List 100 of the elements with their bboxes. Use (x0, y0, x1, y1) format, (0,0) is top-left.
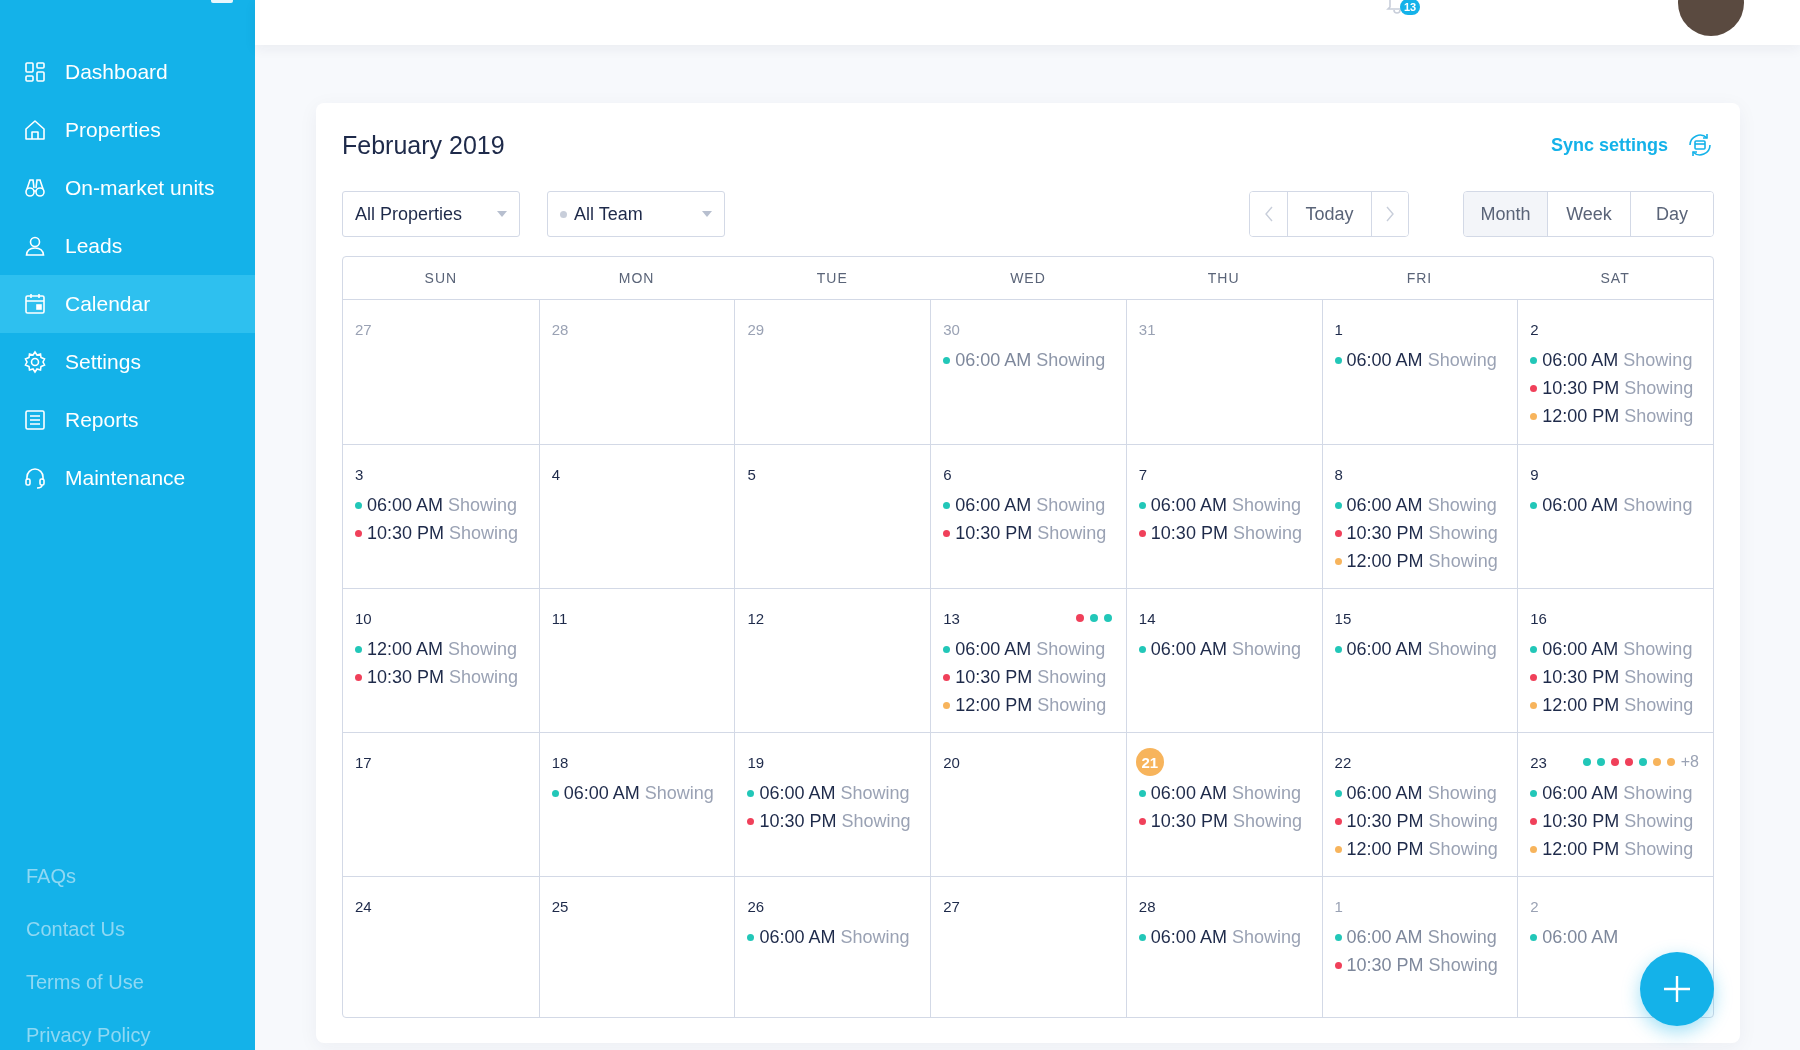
event-time[interactable]: 10:30 PM (1346, 523, 1424, 544)
event-label[interactable]: Showing (1624, 839, 1694, 860)
event-label[interactable]: Showing (1427, 350, 1497, 371)
event-time[interactable]: 12:00 PM (1542, 695, 1620, 716)
event-time[interactable]: 10:30 PM (1542, 667, 1620, 688)
event-label[interactable]: Showing (1624, 667, 1694, 688)
event-label[interactable]: Showing (1624, 695, 1694, 716)
event-label[interactable]: Showing (1623, 639, 1693, 660)
event-label[interactable]: Showing (1623, 783, 1693, 804)
event-time[interactable]: 06:00 AM (1346, 350, 1423, 371)
event-time[interactable]: 12:00 PM (1346, 551, 1424, 572)
event-time[interactable]: 06:00 AM (955, 639, 1032, 660)
event-time[interactable]: 06:00 AM (1346, 639, 1423, 660)
sidebar-item[interactable]: Properties (0, 101, 255, 159)
more-count[interactable]: +8 (1680, 753, 1699, 771)
event-time[interactable]: 06:00 AM (1150, 783, 1227, 804)
event-time[interactable]: 06:00 AM (1150, 927, 1227, 948)
event-time[interactable]: 06:00 AM (1542, 495, 1619, 516)
event-time[interactable]: 06:00 AM (759, 927, 836, 948)
event-label[interactable]: Showing (1428, 955, 1498, 976)
filter-dropdown[interactable]: All Team (547, 191, 725, 237)
event-time[interactable]: 06:00 AM (1542, 639, 1619, 660)
event-time[interactable]: 06:00 AM (759, 783, 836, 804)
event-time[interactable]: 10:30 PM (367, 667, 445, 688)
event-label[interactable]: Showing (448, 639, 518, 660)
event-label[interactable]: Showing (1037, 667, 1107, 688)
event-time[interactable]: 10:30 PM (1346, 811, 1424, 832)
event-time[interactable]: 06:00 AM (1542, 927, 1619, 948)
event-label[interactable]: Showing (1428, 839, 1498, 860)
event-label[interactable]: Showing (1232, 523, 1302, 544)
event-time[interactable]: 12:00 PM (955, 695, 1033, 716)
event-label[interactable]: Showing (1427, 495, 1497, 516)
event-time[interactable]: 06:00 AM (1346, 495, 1423, 516)
event-time[interactable]: 10:30 PM (1542, 811, 1620, 832)
event-time[interactable]: 10:30 PM (1150, 811, 1228, 832)
footer-link[interactable]: FAQs (26, 863, 76, 889)
event-label[interactable]: Showing (841, 811, 911, 832)
event-time[interactable]: 06:00 AM (1150, 639, 1227, 660)
sidebar-item[interactable]: Maintenance (0, 449, 255, 507)
event-time[interactable]: 12:00 AM (367, 639, 444, 660)
sidebar-item[interactable]: On-market units (0, 159, 255, 217)
event-label[interactable]: Showing (449, 523, 519, 544)
sync-icon[interactable] (1686, 131, 1714, 159)
event-label[interactable]: Showing (1036, 350, 1106, 371)
footer-link[interactable]: Privacy Policy (26, 1022, 151, 1048)
event-time[interactable]: 06:00 AM (1346, 783, 1423, 804)
view-tab[interactable]: Day (1630, 192, 1713, 236)
sync-settings-link[interactable]: Sync settings (1550, 134, 1668, 156)
event-label[interactable]: Showing (644, 783, 714, 804)
menu-icon[interactable] (211, 0, 233, 3)
event-label[interactable]: Showing (1036, 639, 1106, 660)
event-label[interactable]: Showing (1427, 927, 1497, 948)
event-label[interactable]: Showing (1428, 523, 1498, 544)
event-time[interactable]: 10:30 PM (955, 523, 1033, 544)
event-time[interactable]: 12:00 PM (1346, 839, 1424, 860)
event-time[interactable]: 06:00 AM (1150, 495, 1227, 516)
event-label[interactable]: Showing (1231, 783, 1301, 804)
sidebar-item[interactable]: Leads (0, 217, 255, 275)
event-label[interactable]: Showing (840, 783, 910, 804)
event-label[interactable]: Showing (1428, 811, 1498, 832)
event-time[interactable]: 10:30 PM (955, 667, 1033, 688)
event-time[interactable]: 10:30 PM (1150, 523, 1228, 544)
footer-link[interactable]: Contact Us (26, 916, 125, 942)
filter-dropdown[interactable]: All Properties (342, 191, 520, 237)
sidebar-item[interactable]: Dashboard (0, 43, 255, 101)
event-label[interactable]: Showing (449, 667, 519, 688)
event-time[interactable]: 06:00 AM (367, 495, 444, 516)
event-label[interactable]: Showing (1428, 551, 1498, 572)
event-label[interactable]: Showing (448, 495, 518, 516)
event-time[interactable]: 10:30 PM (1542, 378, 1620, 399)
event-label[interactable]: Showing (840, 927, 910, 948)
event-time[interactable]: 06:00 AM (1542, 350, 1619, 371)
event-time[interactable]: 06:00 AM (955, 495, 1032, 516)
event-label[interactable]: Showing (1232, 811, 1302, 832)
event-label[interactable]: Showing (1623, 495, 1693, 516)
sidebar-item[interactable]: Reports (0, 391, 255, 449)
event-label[interactable]: Showing (1427, 639, 1497, 660)
next-button[interactable] (1371, 192, 1408, 236)
event-label[interactable]: Showing (1624, 378, 1694, 399)
event-time[interactable]: 10:30 PM (759, 811, 837, 832)
event-label[interactable]: Showing (1624, 811, 1694, 832)
event-label[interactable]: Showing (1231, 495, 1301, 516)
event-time[interactable]: 06:00 AM (955, 350, 1032, 371)
event-label[interactable]: Showing (1037, 523, 1107, 544)
footer-link[interactable]: Terms of Use (26, 969, 144, 995)
sidebar-item[interactable]: Settings (0, 333, 255, 391)
event-time[interactable]: 12:00 PM (1542, 406, 1620, 427)
event-label[interactable]: Showing (1231, 639, 1301, 660)
sidebar-item[interactable]: Calendar (0, 275, 255, 333)
view-tab[interactable]: Month (1464, 192, 1547, 236)
event-label[interactable]: Showing (1037, 695, 1107, 716)
event-label[interactable]: Showing (1624, 406, 1694, 427)
event-time[interactable]: 06:00 AM (1542, 783, 1619, 804)
event-time[interactable]: 06:00 AM (563, 783, 640, 804)
event-time[interactable]: 12:00 PM (1542, 839, 1620, 860)
event-time[interactable]: 10:30 PM (1346, 955, 1424, 976)
event-label[interactable]: Showing (1231, 927, 1301, 948)
event-label[interactable]: Showing (1036, 495, 1106, 516)
event-time[interactable]: 10:30 PM (367, 523, 445, 544)
event-time[interactable]: 06:00 AM (1346, 927, 1423, 948)
